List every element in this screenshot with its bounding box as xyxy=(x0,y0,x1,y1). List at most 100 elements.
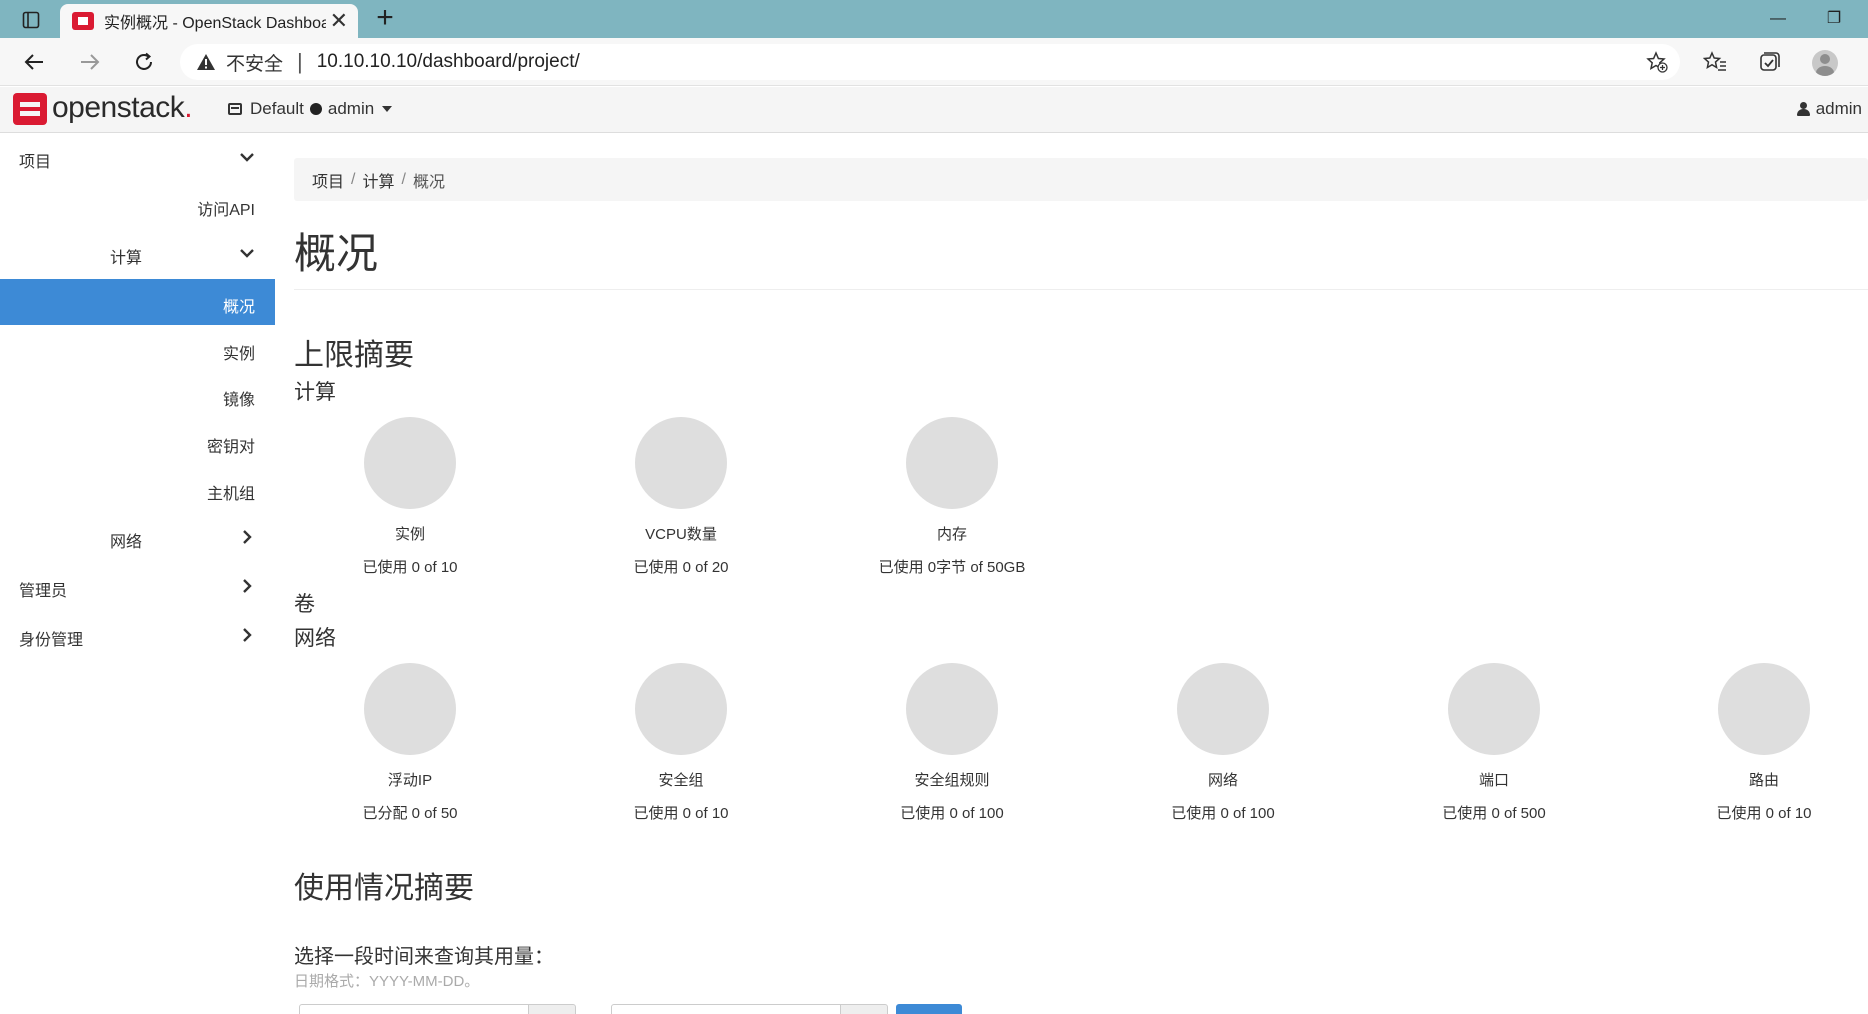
quota-name: 安全组 xyxy=(658,772,704,789)
minimize-button[interactable]: — xyxy=(1758,6,1798,32)
browser-tab-active[interactable]: 实例概况 - OpenStack Dashboard ✕ xyxy=(60,4,358,38)
favorites-button[interactable] xyxy=(1698,46,1732,78)
quota-name: 实例 xyxy=(394,526,425,543)
project-name: admin xyxy=(327,99,375,118)
quota-pie xyxy=(635,417,727,509)
add-favorite-icon[interactable] xyxy=(1646,51,1668,78)
sidebar-item-label: 网络 xyxy=(110,534,143,551)
warning-triangle-icon[interactable] xyxy=(196,53,218,71)
quota-chart-vcpus: VCPU数量 已使用 0 of 20 xyxy=(559,417,803,577)
new-tab-button[interactable]: + xyxy=(368,3,402,34)
sidebar-item-label: 镜像 xyxy=(222,392,255,409)
date-format-hint: 日期格式：YYYY-MM-DD。 xyxy=(294,973,480,990)
openstack-favicon-icon xyxy=(72,12,94,30)
quota-name: 内存 xyxy=(936,526,967,543)
quota-pie xyxy=(906,663,998,755)
quota-chart-routers: 路由 已使用 0 of 10 xyxy=(1642,663,1868,823)
security-status[interactable]: 不安全 xyxy=(226,49,283,76)
sidebar-item-label: 项目 xyxy=(19,154,52,171)
back-button[interactable] xyxy=(16,46,52,78)
start-date-input[interactable] xyxy=(299,1004,529,1014)
openstack-logo-text[interactable]: openstack. xyxy=(52,91,193,125)
sidebar-item-admin[interactable]: 管理员 xyxy=(0,563,275,609)
sidebar-item-label: 实例 xyxy=(222,346,255,363)
quota-name: 网络 xyxy=(1207,772,1238,789)
breadcrumb-item-project[interactable]: 项目 xyxy=(312,168,344,192)
url-text[interactable]: 10.10.10.10/dashboard/project/ xyxy=(317,51,580,73)
breadcrumb: 项目 / 计算 / 概况 xyxy=(294,158,1868,201)
profile-avatar-icon[interactable] xyxy=(1812,50,1838,76)
user-menu[interactable]: admin xyxy=(1796,99,1862,119)
sidebar-item-project[interactable]: 项目 xyxy=(0,134,275,180)
usage-summary-heading: 使用情况摘要 xyxy=(294,872,474,905)
quota-chart-security-group-rules: 安全组规则 已使用 0 of 100 xyxy=(830,663,1074,823)
sidebar-item-images[interactable]: 镜像 xyxy=(0,372,275,418)
sidebar-item-label: 计算 xyxy=(110,250,143,267)
start-date-calendar-button[interactable] xyxy=(528,1004,576,1014)
quota-usage: 已使用 0 of 10 xyxy=(1716,805,1812,822)
forward-button[interactable] xyxy=(72,46,108,78)
sidebar-item-identity[interactable]: 身份管理 xyxy=(0,612,275,658)
quota-usage: 已使用 0 of 10 xyxy=(362,559,458,576)
tab-close-icon[interactable]: ✕ xyxy=(330,10,348,32)
usage-period-prompt: 选择一段时间来查询其用量： xyxy=(294,946,554,968)
quota-pie xyxy=(906,417,998,509)
limit-summary-heading: 上限摘要 xyxy=(294,339,414,372)
volume-heading: 卷 xyxy=(294,593,315,616)
address-bar[interactable]: 不安全 | 10.10.10.10/dashboard/project/ xyxy=(180,44,1680,80)
reload-button[interactable] xyxy=(126,46,162,78)
quota-pie xyxy=(1177,663,1269,755)
restore-button[interactable]: ❐ xyxy=(1814,6,1854,32)
quota-usage: 已使用 0 of 100 xyxy=(1171,805,1275,822)
quota-chart-floating-ips: 浮动IP 已分配 0 of 50 xyxy=(288,663,532,823)
sidebar-item-overview[interactable]: 概况 xyxy=(0,279,275,325)
sidebar-item-label: 密钥对 xyxy=(206,439,255,456)
submit-button[interactable] xyxy=(896,1004,962,1014)
quota-chart-ports: 端口 已使用 0 of 500 xyxy=(1372,663,1616,823)
breadcrumb-item-overview: 概况 xyxy=(412,173,445,191)
reload-icon xyxy=(136,52,152,70)
end-date-calendar-button[interactable] xyxy=(840,1004,888,1014)
bullet-icon xyxy=(309,103,322,115)
openstack-logo-icon[interactable] xyxy=(13,93,47,125)
quota-usage: 已使用 0 of 100 xyxy=(900,805,1004,822)
page-title: 概况 xyxy=(294,230,379,277)
quota-chart-networks: 网络 已使用 0 of 100 xyxy=(1101,663,1345,823)
sidebar-item-access-api[interactable]: 访问API xyxy=(0,182,275,228)
sidebar-item-label: 概况 xyxy=(222,299,255,316)
quota-name: 端口 xyxy=(1478,772,1509,789)
quota-chart-security-groups: 安全组 已使用 0 of 10 xyxy=(559,663,803,823)
openstack-header: openstack. Default admin admin xyxy=(0,87,1868,133)
tab-actions-button[interactable] xyxy=(8,7,54,33)
arrow-right-icon xyxy=(81,54,100,70)
browser-nav-bar: 不安全 | 10.10.10.10/dashboard/project/ xyxy=(0,38,1868,86)
collections-icon xyxy=(1760,52,1780,71)
arrow-left-icon xyxy=(24,54,43,70)
address-separator: | xyxy=(297,49,303,74)
end-date-input[interactable] xyxy=(611,1004,841,1014)
quota-usage: 已使用 0 of 10 xyxy=(633,805,729,822)
quota-pie xyxy=(635,663,727,755)
user-name: admin xyxy=(1815,99,1862,118)
favorites-icon xyxy=(1703,51,1726,71)
collections-button[interactable] xyxy=(1752,46,1786,78)
breadcrumb-item-compute[interactable]: 计算 xyxy=(362,168,394,192)
sidebar-item-compute[interactable]: 计算 xyxy=(0,230,275,276)
title-divider xyxy=(294,289,1868,290)
caret-down-icon xyxy=(382,106,393,112)
quota-usage: 已使用 0字节 of 50GB xyxy=(878,559,1026,576)
quota-name: VCPU数量 xyxy=(645,526,717,543)
logo-wordmark: openstack xyxy=(52,91,185,124)
browser-tab-bar: 实例概况 - OpenStack Dashboard ✕ + — ❐ xyxy=(0,0,1868,38)
quota-chart-instances: 实例 已使用 0 of 10 xyxy=(288,417,532,577)
quota-pie xyxy=(1718,663,1810,755)
quota-usage: 已分配 0 of 50 xyxy=(362,805,458,822)
sidebar-item-server-groups[interactable]: 主机组 xyxy=(0,466,275,512)
chevron-right-icon xyxy=(243,530,252,544)
sidebar-item-key-pairs[interactable]: 密钥对 xyxy=(0,419,275,465)
chevron-right-icon xyxy=(243,579,252,593)
sidebar-item-label: 身份管理 xyxy=(19,632,84,649)
sidebar-item-instances[interactable]: 实例 xyxy=(0,326,275,372)
project-selector[interactable]: Default admin xyxy=(228,99,393,119)
sidebar-item-network[interactable]: 网络 xyxy=(0,514,275,560)
